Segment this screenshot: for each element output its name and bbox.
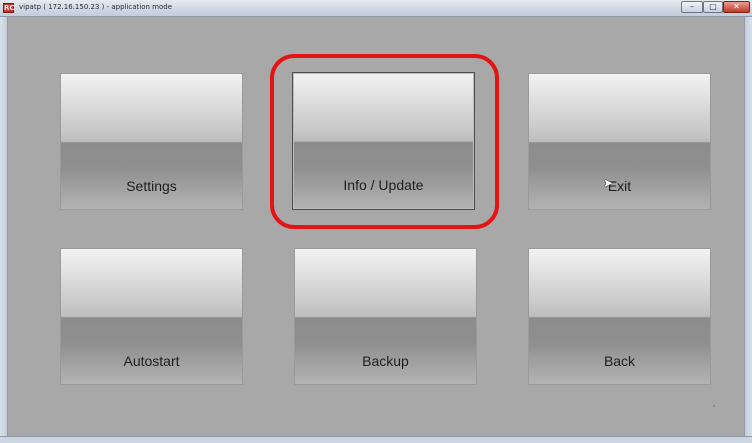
window-title: vipatp ( 172.16.150.23 ) - application m…: [19, 3, 173, 11]
window-frame-right: [744, 17, 752, 443]
autostart-button[interactable]: Autostart: [60, 248, 243, 385]
close-button[interactable]: ✕: [723, 1, 750, 13]
mouse-pointer-icon: ➤: [603, 176, 614, 190]
maximize-button[interactable]: □: [703, 1, 723, 13]
window-frame-bottom: [0, 436, 752, 443]
back-button[interactable]: Back: [528, 248, 711, 385]
minimize-button[interactable]: –: [681, 1, 703, 13]
window-titlebar[interactable]: RC vipatp ( 172.16.150.23 ) - applicatio…: [0, 0, 752, 17]
back-button-label: Back: [603, 353, 636, 369]
settings-button[interactable]: Settings: [60, 73, 243, 210]
stray-pixel: [713, 405, 715, 407]
settings-button-label: Settings: [126, 178, 177, 194]
backup-button[interactable]: Backup: [294, 248, 477, 385]
exit-button-label: Exit: [607, 178, 632, 194]
app-icon: RC: [3, 3, 15, 13]
exit-button[interactable]: Exit: [528, 73, 711, 210]
info-update-button-label: Info / Update: [343, 177, 424, 193]
info-update-button[interactable]: Info / Update: [292, 72, 475, 210]
backup-button-label: Backup: [362, 353, 409, 369]
autostart-button-label: Autostart: [123, 353, 180, 369]
window-frame-left: [0, 17, 8, 443]
